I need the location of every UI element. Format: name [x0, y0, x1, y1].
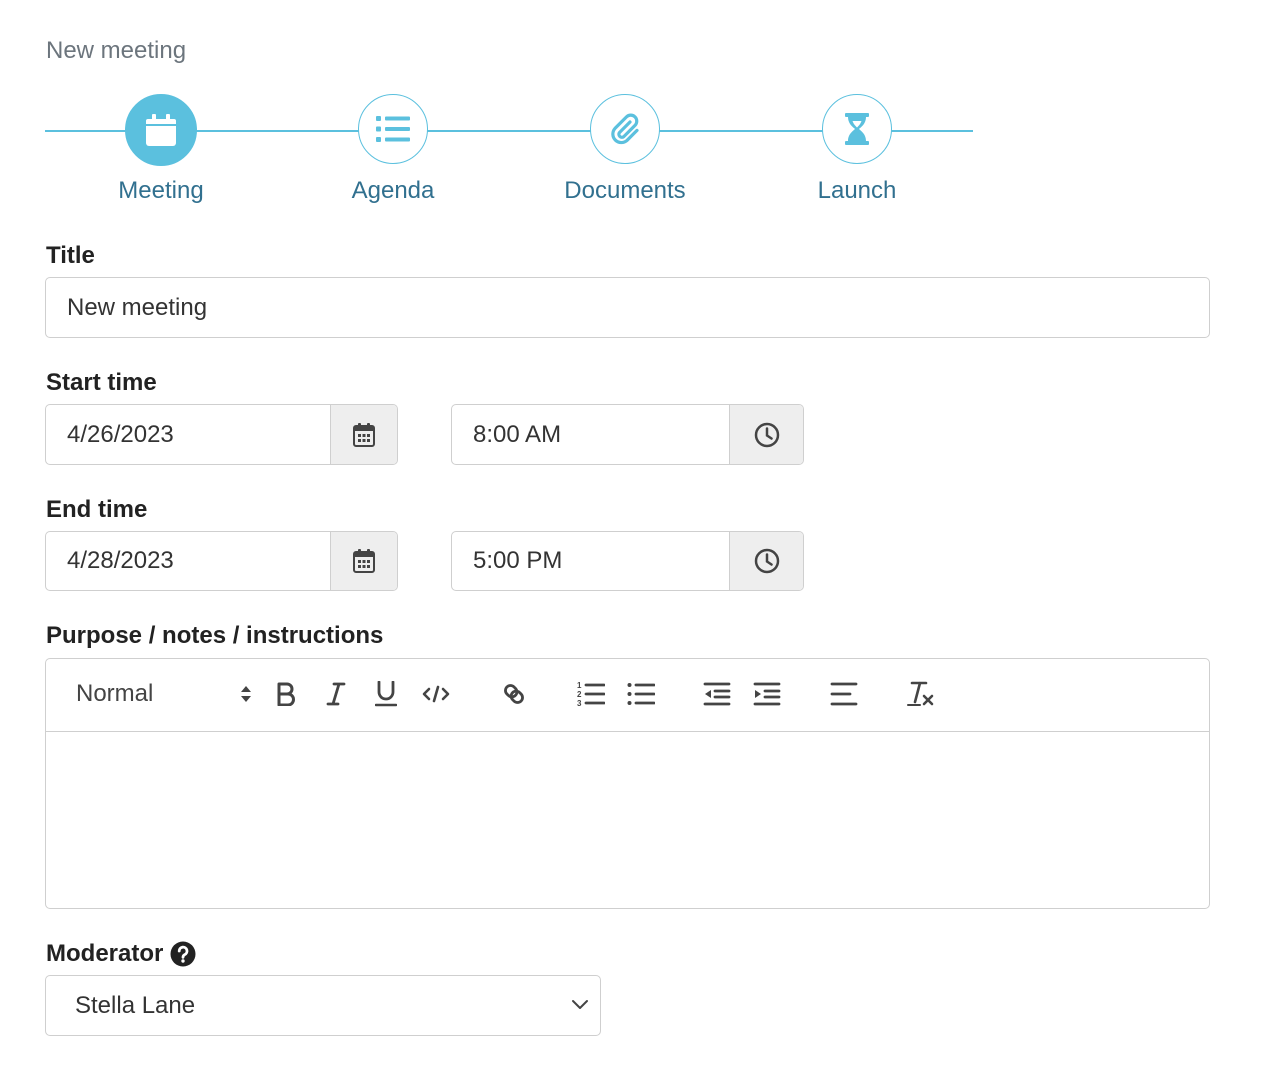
- clock-icon: [754, 548, 779, 574]
- ordered-list-button[interactable]: 1 2 3: [574, 677, 608, 711]
- step-agenda[interactable]: Agenda: [293, 94, 493, 205]
- clock-icon: [754, 422, 779, 447]
- question-circle-icon[interactable]: [170, 941, 196, 967]
- svg-text:2: 2: [577, 690, 582, 699]
- start-time-input[interactable]: [452, 405, 729, 464]
- step-meeting-circle: [125, 94, 197, 166]
- end-time-label: End time: [46, 496, 148, 523]
- outdent-icon: [703, 682, 731, 706]
- italic-button[interactable]: [319, 677, 353, 711]
- end-date-picker-button[interactable]: [330, 532, 397, 590]
- moderator-label: Moderator: [46, 940, 164, 967]
- editor-toolbar: Normal 1 2 3: [46, 659, 1209, 732]
- bold-icon: [277, 682, 295, 706]
- end-time-picker-button[interactable]: [729, 532, 803, 590]
- indent-icon: [753, 682, 781, 706]
- clear-format-icon: [907, 681, 934, 706]
- calendar-icon: [146, 114, 176, 146]
- step-label: Meeting: [118, 177, 204, 204]
- link-icon: [504, 684, 524, 704]
- step-documents-circle: [590, 94, 660, 164]
- bold-button[interactable]: [269, 677, 303, 711]
- svg-text:3: 3: [577, 699, 582, 707]
- calendar-icon: [353, 549, 375, 573]
- end-time-input[interactable]: [452, 532, 729, 590]
- title-input[interactable]: [45, 277, 1210, 338]
- start-time-group: [451, 404, 804, 465]
- format-select-value: Normal: [76, 680, 154, 707]
- moderator-label-row: Moderator: [46, 940, 196, 968]
- code-button[interactable]: [419, 677, 453, 711]
- moderator-select[interactable]: Stella Lane: [45, 975, 601, 1036]
- format-select[interactable]: Normal: [76, 677, 251, 711]
- underline-icon: [375, 681, 397, 707]
- link-button[interactable]: [497, 677, 531, 711]
- end-time-group: [451, 531, 804, 591]
- step-documents[interactable]: Documents: [525, 94, 725, 205]
- chevron-down-icon: [572, 1000, 588, 1009]
- notes-editor: Normal 1 2 3: [45, 658, 1210, 909]
- notes-label: Purpose / notes / instructions: [46, 622, 384, 649]
- calendar-icon: [353, 422, 375, 447]
- step-launch[interactable]: Launch: [757, 94, 957, 205]
- step-meeting[interactable]: Meeting: [61, 94, 261, 205]
- step-launch-circle: [822, 94, 892, 164]
- bullet-list-icon: [627, 683, 655, 705]
- hourglass-icon: [845, 113, 869, 145]
- start-date-input[interactable]: [46, 405, 330, 464]
- list-icon: [376, 116, 410, 142]
- step-agenda-circle: [358, 94, 428, 164]
- start-date-picker-button[interactable]: [330, 405, 397, 464]
- start-time-label: Start time: [46, 369, 157, 396]
- step-label: Agenda: [351, 177, 435, 204]
- notes-editor-body[interactable]: [46, 732, 1209, 908]
- indent-button[interactable]: [750, 677, 784, 711]
- outdent-button[interactable]: [700, 677, 734, 711]
- bullet-list-button[interactable]: [624, 677, 658, 711]
- align-button[interactable]: [827, 677, 861, 711]
- moderator-select-value: Stella Lane: [75, 991, 196, 1019]
- clear-format-button[interactable]: [904, 677, 938, 711]
- end-date-group: [45, 531, 398, 591]
- underline-button[interactable]: [369, 677, 403, 711]
- step-label: Launch: [817, 177, 897, 204]
- step-label: Documents: [564, 177, 686, 204]
- end-date-input[interactable]: [46, 532, 330, 590]
- svg-text:1: 1: [577, 681, 582, 690]
- paperclip-icon: [611, 113, 639, 145]
- ordered-list-icon: 1 2 3: [577, 681, 605, 707]
- italic-icon: [326, 682, 346, 706]
- start-time-picker-button[interactable]: [729, 405, 803, 464]
- page-title: New meeting: [46, 37, 187, 64]
- align-icon: [830, 682, 858, 706]
- title-label: Title: [46, 242, 95, 269]
- wizard-stepper: Meeting Agenda Documents Launch: [45, 94, 973, 214]
- sort-arrows-icon: [241, 686, 251, 702]
- code-icon: [422, 685, 450, 703]
- start-date-group: [45, 404, 398, 465]
